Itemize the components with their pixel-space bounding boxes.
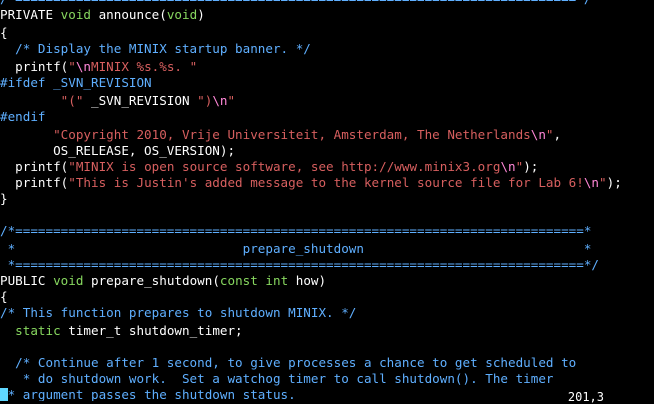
code-token: OS_RELEASE, OS_VERSION); bbox=[0, 143, 236, 158]
code-token: void bbox=[53, 273, 84, 288]
code-line[interactable]: #endif bbox=[0, 108, 46, 126]
code-token: printf( bbox=[0, 159, 69, 174]
code-token: "Copyright 2010, Vrije Universiteit, Ams… bbox=[0, 127, 531, 142]
code-editor[interactable]: /*======================================… bbox=[0, 0, 654, 401]
code-token: printf( bbox=[0, 59, 69, 74]
code-line[interactable]: /*======================================… bbox=[0, 222, 591, 240]
code-token: \n bbox=[212, 93, 228, 108]
code-token: ") bbox=[197, 93, 213, 108]
code-token: /* Continue after 1 second, to give proc… bbox=[0, 355, 577, 370]
code-token: announce( bbox=[91, 7, 167, 22]
code-token: { bbox=[0, 289, 8, 304]
code-token: /* This function prepares to shutdown MI… bbox=[0, 305, 357, 320]
code-token: #ifdef _SVN_REVISION bbox=[0, 75, 152, 90]
code-token: PRIVATE bbox=[0, 7, 61, 22]
code-token: \n bbox=[75, 59, 92, 74]
code-token: \n bbox=[530, 127, 546, 142]
code-line[interactable]: /* This function prepares to shutdown MI… bbox=[0, 304, 356, 322]
code-token: * argument passes the shutdown status. bbox=[7, 387, 296, 401]
code-token: MINIX %s.%s. " bbox=[91, 59, 198, 74]
code-token: static bbox=[15, 323, 61, 338]
code-token: ) bbox=[197, 7, 205, 22]
code-line[interactable]: #ifdef _SVN_REVISION bbox=[0, 74, 152, 92]
code-token: ); bbox=[606, 175, 622, 190]
code-token: /*======================================… bbox=[0, 223, 592, 238]
code-token: /* Display the MINIX startup banner. */ bbox=[0, 41, 311, 56]
code-token: timer_t shutdown_timer; bbox=[60, 323, 243, 338]
code-token: * prepare_shutdown * bbox=[0, 241, 592, 256]
code-token: void bbox=[60, 7, 92, 22]
code-token: " bbox=[227, 93, 236, 108]
code-line[interactable]: printf("This is Justin's added message t… bbox=[0, 174, 622, 192]
code-token: _SVN_REVISION bbox=[83, 93, 198, 108]
code-token: " bbox=[68, 59, 76, 74]
code-token: const bbox=[219, 273, 258, 288]
code-token: PUBLIC bbox=[0, 273, 54, 288]
code-token: "This is Justin's added message to the k… bbox=[68, 175, 584, 190]
code-line[interactable]: PUBLIC void prepare_shutdown(const int h… bbox=[0, 272, 326, 290]
code-token: prepare_shutdown( bbox=[83, 273, 220, 288]
cursor-position: 201,3 bbox=[567, 390, 604, 404]
text-cursor bbox=[0, 387, 8, 401]
code-token: } bbox=[0, 191, 8, 206]
code-token: #endif bbox=[0, 109, 46, 124]
code-token: , bbox=[553, 127, 562, 142]
code-token: " bbox=[545, 127, 554, 142]
code-line[interactable]: PRIVATE void announce(void) bbox=[0, 6, 205, 24]
code-token: "MINIX is open source software, see http… bbox=[68, 159, 501, 174]
code-token: int bbox=[265, 273, 289, 288]
code-token: void bbox=[166, 7, 198, 22]
code-token: ); bbox=[523, 159, 539, 174]
code-token: printf( bbox=[0, 175, 69, 190]
code-token: \n bbox=[500, 159, 516, 174]
code-line[interactable]: * argument passes the shutdown status. bbox=[0, 386, 296, 401]
code-line[interactable]: static timer_t shutdown_timer; bbox=[0, 322, 243, 340]
code-token: * do shutdown work. Set a watchog timer … bbox=[0, 371, 554, 386]
code-token: " bbox=[599, 175, 607, 190]
code-line[interactable]: } bbox=[0, 190, 8, 208]
code-token: "(" bbox=[0, 93, 84, 108]
code-token: how) bbox=[288, 273, 327, 288]
code-token: { bbox=[0, 25, 8, 40]
code-line[interactable]: /* Display the MINIX startup banner. */ bbox=[0, 40, 311, 58]
code-token: \n bbox=[583, 175, 600, 190]
code-token: *=======================================… bbox=[0, 257, 599, 272]
